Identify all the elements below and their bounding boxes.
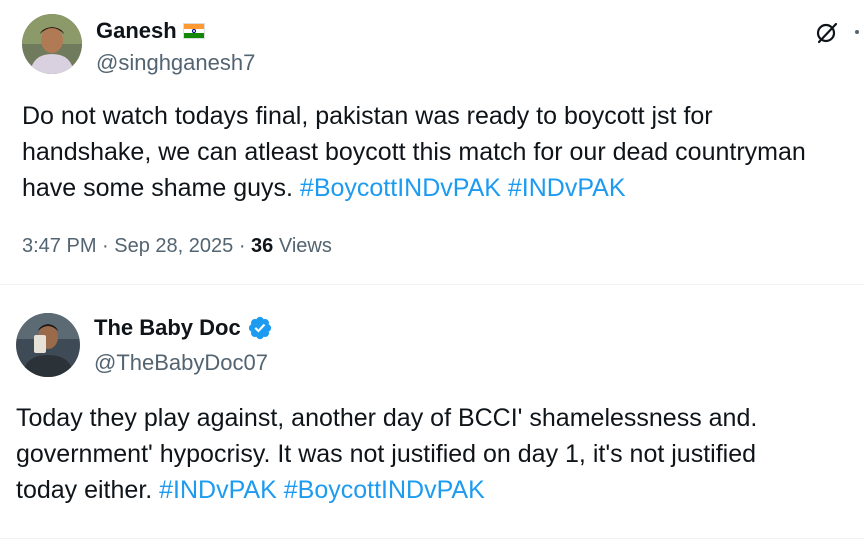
- text-segment: today either.: [16, 476, 160, 504]
- avatar[interactable]: [22, 14, 82, 74]
- views-count: 36: [251, 235, 274, 257]
- text-segment: Today they play against, another day of …: [16, 404, 758, 432]
- tweet-text: Do not watch todays final, pakistan was …: [22, 98, 806, 206]
- tweet-line: today either. #INDvPAK #BoycottINDvPAK: [16, 472, 757, 508]
- more-icon[interactable]: [852, 24, 864, 40]
- hashtag-link[interactable]: #INDvPAK: [159, 476, 277, 504]
- author-name[interactable]: Ganesh: [96, 18, 177, 44]
- text-segment: [277, 476, 284, 504]
- tweet-line: Today they play against, another day of …: [16, 400, 757, 436]
- tweet-time[interactable]: 3:47 PM: [22, 235, 96, 257]
- avatar[interactable]: [16, 313, 80, 377]
- tweet-line: have some shame guys. #BoycottINDvPAK #I…: [22, 170, 806, 206]
- author-handle[interactable]: @TheBabyDoc07: [94, 350, 268, 376]
- text-segment: Do not watch todays final, pakistan was …: [22, 102, 713, 130]
- tweet-text: Today they play against, another day of …: [16, 400, 757, 508]
- views-label: Views: [273, 235, 332, 257]
- verified-badge-icon: [248, 316, 271, 340]
- tweet-meta: 3:47 PM · Sep 28, 2025 · 36 Views: [22, 235, 332, 258]
- author-name[interactable]: The Baby Doc: [94, 315, 241, 341]
- tweet-line: Do not watch todays final, pakistan was …: [22, 98, 806, 134]
- author-row: Ganesh: [96, 18, 205, 44]
- tweet-line: government' hypocrisy. It was not justif…: [16, 436, 757, 472]
- text-segment: handshake, we can atleast boycott this m…: [22, 138, 806, 166]
- avatar-image: [16, 313, 80, 377]
- separator: ·: [233, 235, 252, 257]
- grok-icon[interactable]: [814, 20, 840, 46]
- author-row: The Baby Doc: [94, 315, 273, 341]
- tweet-thebabydoc: The Baby Doc @TheBabyDoc07 Today they pl…: [0, 285, 864, 540]
- divider: [0, 538, 864, 539]
- tweet-ganesh: Ganesh @singhganesh7 Do not watch todays…: [0, 0, 864, 280]
- hashtag-link[interactable]: #INDvPAK: [508, 174, 626, 202]
- text-segment: have some shame guys.: [22, 174, 300, 202]
- text-segment: government' hypocrisy. It was not justif…: [16, 440, 757, 468]
- separator: ·: [96, 235, 115, 257]
- hashtag-link[interactable]: #BoycottINDvPAK: [284, 476, 485, 504]
- text-segment: [501, 174, 508, 202]
- author-handle[interactable]: @singhganesh7: [96, 50, 255, 76]
- avatar-image: [22, 14, 82, 74]
- tweet-date[interactable]: Sep 28, 2025: [114, 235, 233, 257]
- hashtag-link[interactable]: #BoycottINDvPAK: [300, 174, 501, 202]
- tweet-line: handshake, we can atleast boycott this m…: [22, 134, 806, 170]
- india-flag-icon: [182, 23, 205, 39]
